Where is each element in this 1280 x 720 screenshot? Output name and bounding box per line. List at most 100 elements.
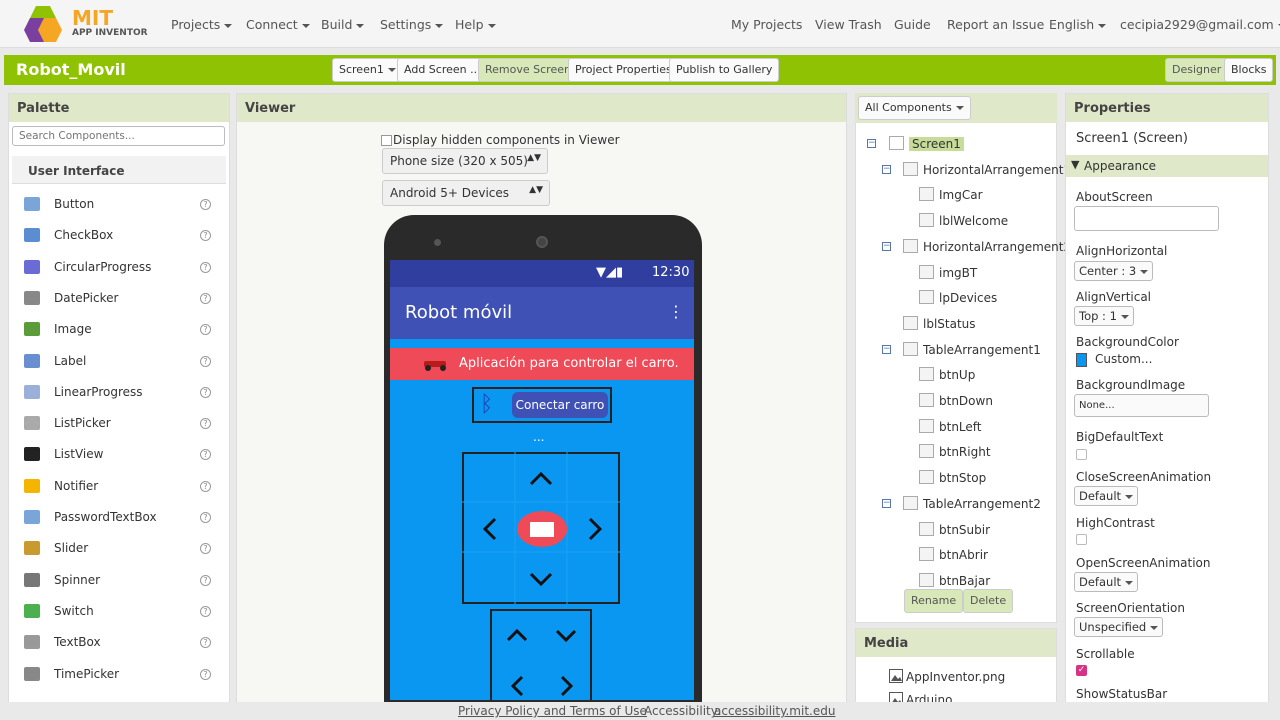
component-tree-item[interactable]: btnAbrir bbox=[867, 547, 1052, 566]
scrollable-checkbox-checked-icon[interactable]: ✓ bbox=[1076, 665, 1087, 676]
palette-item[interactable]: TimePicker? bbox=[24, 665, 220, 685]
blocks-button[interactable]: Blocks bbox=[1224, 58, 1274, 82]
help-icon[interactable]: ? bbox=[200, 605, 211, 617]
connect-car-button[interactable]: Conectar carro bbox=[512, 392, 608, 418]
nav-my-projects-link[interactable]: My Projects bbox=[731, 17, 802, 32]
component-tree-item[interactable]: − HorizontalArrangement2 bbox=[867, 238, 1071, 258]
help-icon[interactable]: ? bbox=[200, 480, 211, 492]
palette-item[interactable]: DatePicker? bbox=[24, 289, 220, 309]
device-select[interactable]: Android 5+ Devices ▲▼ bbox=[382, 180, 550, 206]
nav-settings-menu[interactable]: Settings bbox=[380, 17, 443, 32]
palette-item[interactable]: Spinner? bbox=[24, 571, 220, 591]
left-arrow-icon[interactable] bbox=[480, 514, 500, 544]
palette-item[interactable]: Button? bbox=[24, 195, 220, 215]
background-image-field[interactable]: None... bbox=[1074, 394, 1209, 417]
component-tree-item[interactable]: btnUp bbox=[867, 367, 1052, 386]
big-default-text-checkbox[interactable] bbox=[1076, 449, 1087, 460]
nav-connect-menu[interactable]: Connect bbox=[246, 17, 310, 32]
component-tree-item[interactable]: − Screen1 bbox=[867, 136, 1052, 155]
palette-item[interactable]: Switch? bbox=[24, 602, 220, 622]
collapse-toggle-icon[interactable]: − bbox=[867, 139, 876, 148]
collapse-toggle-icon[interactable]: − bbox=[882, 498, 891, 508]
align-vertical-dropdown[interactable]: Top : 1 bbox=[1074, 306, 1134, 326]
component-tree-item[interactable]: lpDevices bbox=[867, 290, 1052, 309]
component-tree-item[interactable]: lblStatus bbox=[867, 315, 1052, 335]
display-hidden-checkbox[interactable] bbox=[381, 135, 392, 146]
palette-item[interactable]: Notifier? bbox=[24, 477, 220, 497]
right-arrow-icon[interactable] bbox=[585, 514, 605, 544]
help-icon[interactable]: ? bbox=[200, 261, 211, 273]
project-properties-button[interactable]: Project Properties bbox=[568, 58, 679, 82]
help-icon[interactable]: ? bbox=[200, 668, 211, 680]
screen-select-button[interactable]: Screen1 bbox=[332, 58, 403, 82]
palette-item[interactable]: Label? bbox=[24, 352, 220, 372]
palette-item[interactable]: LinearProgress? bbox=[24, 383, 220, 403]
publish-gallery-button[interactable]: Publish to Gallery bbox=[669, 58, 780, 82]
component-tree-item[interactable]: ImgCar bbox=[867, 187, 1052, 206]
palette-section-header[interactable]: User Interface bbox=[12, 156, 226, 184]
designer-button[interactable]: Designer bbox=[1165, 58, 1229, 82]
component-tree-item[interactable]: − TableArrangement2 bbox=[867, 495, 1052, 515]
nav-view-trash-link[interactable]: View Trash bbox=[815, 17, 882, 32]
component-tree-item[interactable]: btnStop bbox=[867, 470, 1052, 489]
add-screen-button[interactable]: Add Screen ... bbox=[397, 58, 488, 82]
close-screen-animation-dropdown[interactable]: Default bbox=[1074, 486, 1139, 506]
component-tree-item[interactable]: lblWelcome bbox=[867, 213, 1052, 232]
palette-item[interactable]: TextBox? bbox=[24, 633, 220, 653]
help-icon[interactable]: ? bbox=[200, 355, 211, 367]
nav-report-issue-link[interactable]: Report an Issue bbox=[947, 17, 1044, 32]
palette-item[interactable]: CircularProgress? bbox=[24, 258, 220, 278]
component-tree-item[interactable]: − TableArrangement1 bbox=[867, 341, 1052, 361]
align-horizontal-dropdown[interactable]: Center : 3 bbox=[1074, 261, 1154, 281]
raise-arrow-icon[interactable] bbox=[505, 627, 529, 643]
stop-button-icon[interactable] bbox=[516, 510, 568, 548]
help-icon[interactable]: ? bbox=[200, 574, 211, 586]
down-arrow-icon[interactable] bbox=[526, 569, 556, 589]
delete-button[interactable]: Delete bbox=[963, 589, 1014, 613]
about-screen-textarea[interactable] bbox=[1074, 206, 1219, 231]
component-tree-item[interactable]: btnSubir bbox=[867, 521, 1052, 541]
overflow-menu-icon[interactable]: ⋮ bbox=[668, 302, 684, 321]
help-icon[interactable]: ? bbox=[200, 292, 211, 304]
nav-projects-menu[interactable]: Projects bbox=[171, 17, 232, 32]
nav-guide-link[interactable]: Guide bbox=[894, 17, 931, 32]
help-icon[interactable]: ? bbox=[200, 324, 211, 336]
nav-build-menu[interactable]: Build bbox=[321, 17, 364, 32]
rename-button[interactable]: Rename bbox=[904, 589, 964, 613]
help-icon[interactable]: ? bbox=[200, 199, 211, 210]
palette-item[interactable]: ListView? bbox=[24, 445, 220, 465]
open-left-arrow-icon[interactable] bbox=[509, 674, 525, 698]
component-tree-item[interactable]: btnLeft bbox=[867, 418, 1052, 438]
high-contrast-checkbox[interactable] bbox=[1076, 534, 1087, 545]
nav-language-menu[interactable]: English bbox=[1049, 17, 1106, 32]
lower-arrow-icon[interactable] bbox=[554, 627, 578, 643]
component-tree-item[interactable]: − HorizontalArrangement1 bbox=[867, 161, 1071, 181]
mit-app-inventor-logo[interactable]: MIT APP INVENTOR bbox=[22, 4, 152, 44]
help-icon[interactable]: ? bbox=[200, 543, 211, 555]
nav-help-menu[interactable]: Help bbox=[455, 17, 496, 32]
help-icon[interactable]: ? bbox=[200, 386, 211, 398]
remove-screen-button[interactable]: Remove Screen bbox=[478, 58, 578, 82]
nav-account-menu[interactable]: cecipia2929@gmail.com bbox=[1120, 17, 1280, 32]
help-icon[interactable]: ? bbox=[200, 418, 211, 430]
open-screen-animation-dropdown[interactable]: Default bbox=[1074, 572, 1139, 592]
palette-item[interactable]: Image? bbox=[24, 320, 220, 340]
background-color-value[interactable]: Custom... bbox=[1095, 352, 1152, 366]
palette-item[interactable]: Slider? bbox=[24, 539, 220, 559]
help-icon[interactable]: ? bbox=[200, 449, 211, 461]
appearance-group-header[interactable]: ▼ Appearance bbox=[1066, 155, 1268, 177]
privacy-policy-link[interactable]: Privacy Policy and Terms of Use bbox=[458, 704, 647, 718]
phone-size-select[interactable]: Phone size (320 x 505) ▲▼ bbox=[382, 148, 548, 174]
screen-orientation-dropdown[interactable]: Unspecified bbox=[1074, 617, 1164, 637]
accessibility-link[interactable]: accessibility.mit.edu bbox=[714, 704, 835, 718]
palette-item[interactable]: ListPicker? bbox=[24, 414, 220, 434]
palette-item[interactable]: PasswordTextBox? bbox=[24, 508, 220, 528]
background-color-swatch[interactable] bbox=[1076, 353, 1087, 367]
component-tree-item[interactable]: btnDown bbox=[867, 393, 1052, 412]
palette-item[interactable]: CheckBox? bbox=[24, 226, 220, 246]
open-right-arrow-icon[interactable] bbox=[559, 674, 575, 698]
up-arrow-icon[interactable] bbox=[526, 469, 556, 489]
collapse-toggle-icon[interactable]: − bbox=[882, 164, 891, 174]
help-icon[interactable]: ? bbox=[200, 230, 211, 242]
palette-search-input[interactable] bbox=[12, 126, 225, 146]
